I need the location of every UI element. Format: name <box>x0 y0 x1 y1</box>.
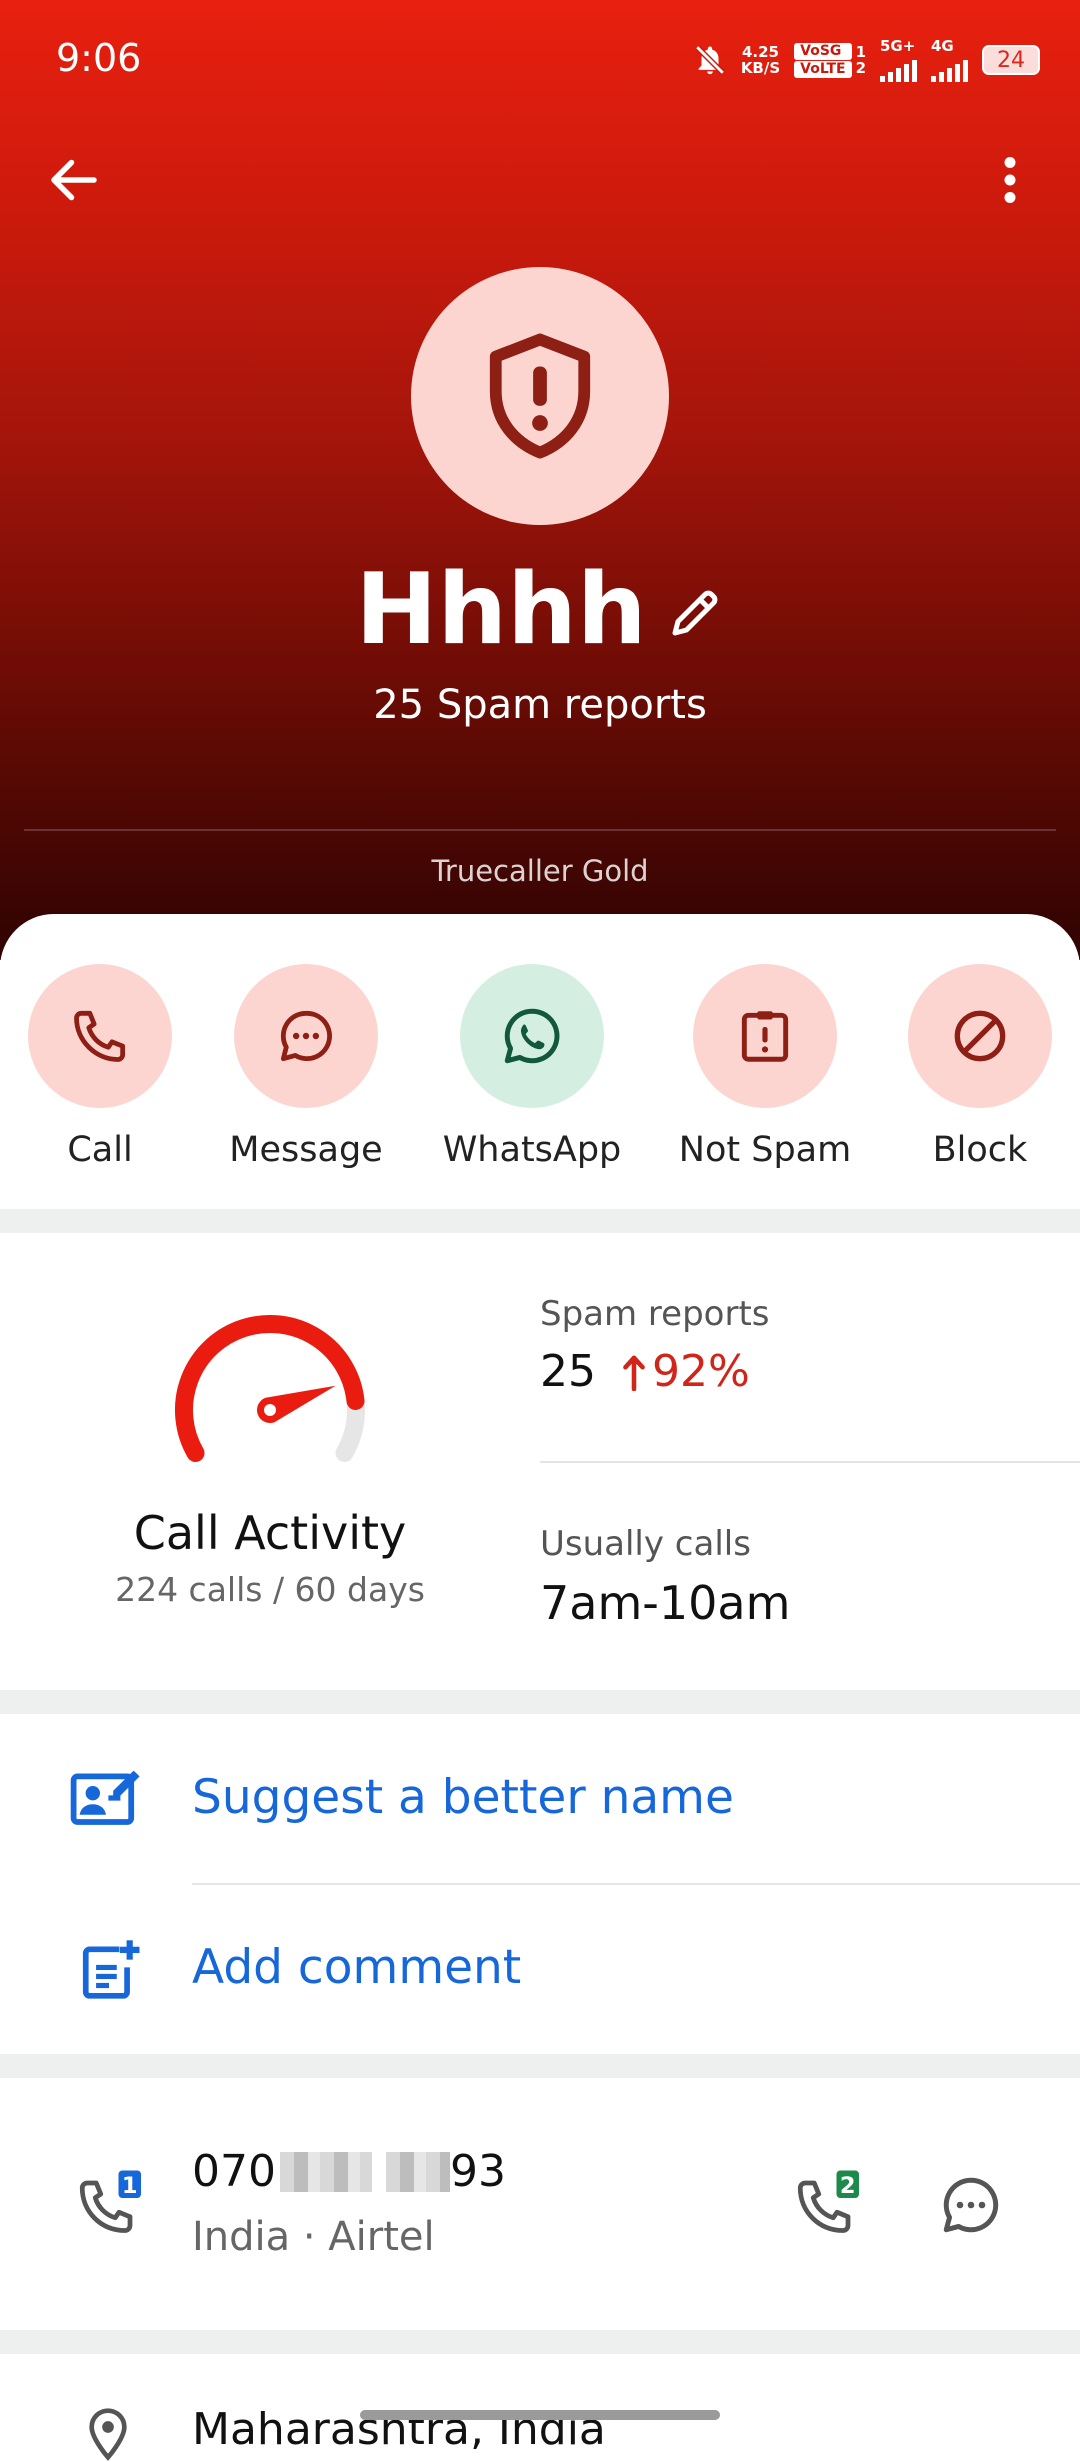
home-gesture-bar[interactable] <box>360 2410 720 2420</box>
call-button[interactable]: Call <box>0 964 200 1170</box>
call-label: Call <box>67 1130 133 1170</box>
not-spam-button-circle[interactable] <box>693 964 837 1108</box>
message-label: Message <box>229 1130 383 1170</box>
block-button[interactable]: Block <box>880 964 1080 1170</box>
redacted-digits <box>385 2151 450 2192</box>
spam-reports-value: 25 92% <box>540 1346 750 1397</box>
message-button[interactable]: Message <box>206 964 406 1170</box>
spam-reports-label: Spam reports <box>540 1294 770 1334</box>
speed-value: 4.25 <box>741 43 779 61</box>
truecaller-gold-label: Truecaller Gold <box>431 854 649 888</box>
more-options-icon[interactable] <box>980 148 1040 212</box>
sim1-call-icon[interactable]: 1 <box>76 2168 146 2238</box>
phone-icon <box>74 1010 126 1062</box>
options-divider <box>192 1883 1080 1885</box>
phone-number-prefix: 070 <box>192 2146 276 2197</box>
sim2-indicator: 2 <box>855 59 866 77</box>
battery-icon: 24 <box>982 45 1040 75</box>
section-gap <box>0 2054 1080 2078</box>
network-speed: 4.25 KB/S <box>741 44 780 76</box>
signal-4g: 4G <box>931 38 968 82</box>
net2-label: 4G <box>931 37 954 55</box>
suggest-name-icon[interactable] <box>70 1768 142 1828</box>
section-gap <box>0 2330 1080 2354</box>
usually-calls-value: 7am-10am <box>540 1576 791 1630</box>
location-pin-icon <box>89 2408 127 2461</box>
spam-reports-count: 25 Spam reports <box>373 682 707 728</box>
phone-number[interactable]: 070 93 <box>192 2146 506 2197</box>
not-spam-label: Not Spam <box>678 1130 852 1170</box>
redacted-digits <box>279 2151 372 2192</box>
call-button-circle[interactable] <box>28 964 172 1108</box>
suggest-better-name-link[interactable]: Suggest a better name <box>192 1770 734 1825</box>
vo5g-badge: VoSG <box>794 42 852 60</box>
volte-badge: VoLTE <box>794 60 852 78</box>
block-button-circle[interactable] <box>908 964 1052 1108</box>
gauge-needle-pivot <box>264 1404 276 1416</box>
message-button-circle[interactable] <box>234 964 378 1108</box>
phone-number-suffix: 93 <box>449 2146 506 2197</box>
avatar <box>411 267 669 525</box>
number-location-carrier: India · Airtel <box>192 2214 435 2260</box>
not-spam-button[interactable]: Not Spam <box>665 964 865 1170</box>
spam-change: 92% <box>622 1346 750 1397</box>
pencil-edit-icon[interactable] <box>665 583 725 643</box>
activity-divider <box>540 1461 1080 1463</box>
report-clipboard-icon <box>741 1011 789 1062</box>
usually-calls-label: Usually calls <box>540 1524 751 1564</box>
speed-unit: KB/S <box>740 59 781 77</box>
spam-change-percent: 92% <box>652 1346 750 1397</box>
net1-label: 5G+ <box>880 37 916 55</box>
sim2-call-icon[interactable]: 2 <box>794 2168 864 2238</box>
signal-5g: 5G+ <box>880 38 917 82</box>
back-arrow-icon[interactable] <box>44 150 104 210</box>
mute-bell-icon <box>695 45 725 75</box>
header-divider <box>24 829 1056 831</box>
chat-bubble-icon <box>280 1010 332 1062</box>
block-label: Block <box>932 1130 1028 1170</box>
status-bar: 9:06 4.25 KB/S VoSG VoLTE 1 2 5G+ 4G 24 <box>0 0 1080 120</box>
add-comment-icon[interactable] <box>78 1938 140 2002</box>
status-icons: 4.25 KB/S VoSG VoLTE 1 2 5G+ 4G 24 <box>693 38 1040 82</box>
send-message-icon[interactable] <box>938 2172 1004 2238</box>
call-activity-gauge <box>174 1315 365 1462</box>
spam-count: 25 <box>540 1346 596 1397</box>
contact-name: Hhhh <box>355 553 647 667</box>
whatsapp-icon <box>504 1008 560 1064</box>
whatsapp-label: WhatsApp <box>442 1130 622 1170</box>
sim1-indicator: 1 <box>855 43 866 61</box>
block-icon <box>954 1010 1006 1062</box>
spam-shield-icon <box>489 333 591 459</box>
volte-badges: VoSG VoLTE 1 2 <box>794 42 866 79</box>
whatsapp-button-circle[interactable] <box>460 964 604 1108</box>
call-activity-subtitle: 224 calls / 60 days <box>115 1570 425 1609</box>
whatsapp-button[interactable]: WhatsApp <box>432 964 632 1170</box>
arrow-up-icon <box>623 1354 645 1391</box>
add-comment-link[interactable]: Add comment <box>192 1940 521 1995</box>
contact-name-row: Hhhh <box>0 555 1080 665</box>
action-row: Call Message WhatsApp Not Spam Block <box>0 964 1080 1170</box>
sim1-badge: 1 <box>122 2173 138 2199</box>
signal-bars-icon <box>931 54 968 82</box>
signal-bars-icon <box>880 54 917 82</box>
call-activity-title: Call Activity <box>133 1506 407 1560</box>
status-time: 9:06 <box>56 36 142 80</box>
section-gap <box>0 1690 1080 1714</box>
section-gap <box>0 1209 1080 1233</box>
sim2-badge: 2 <box>840 2173 856 2199</box>
